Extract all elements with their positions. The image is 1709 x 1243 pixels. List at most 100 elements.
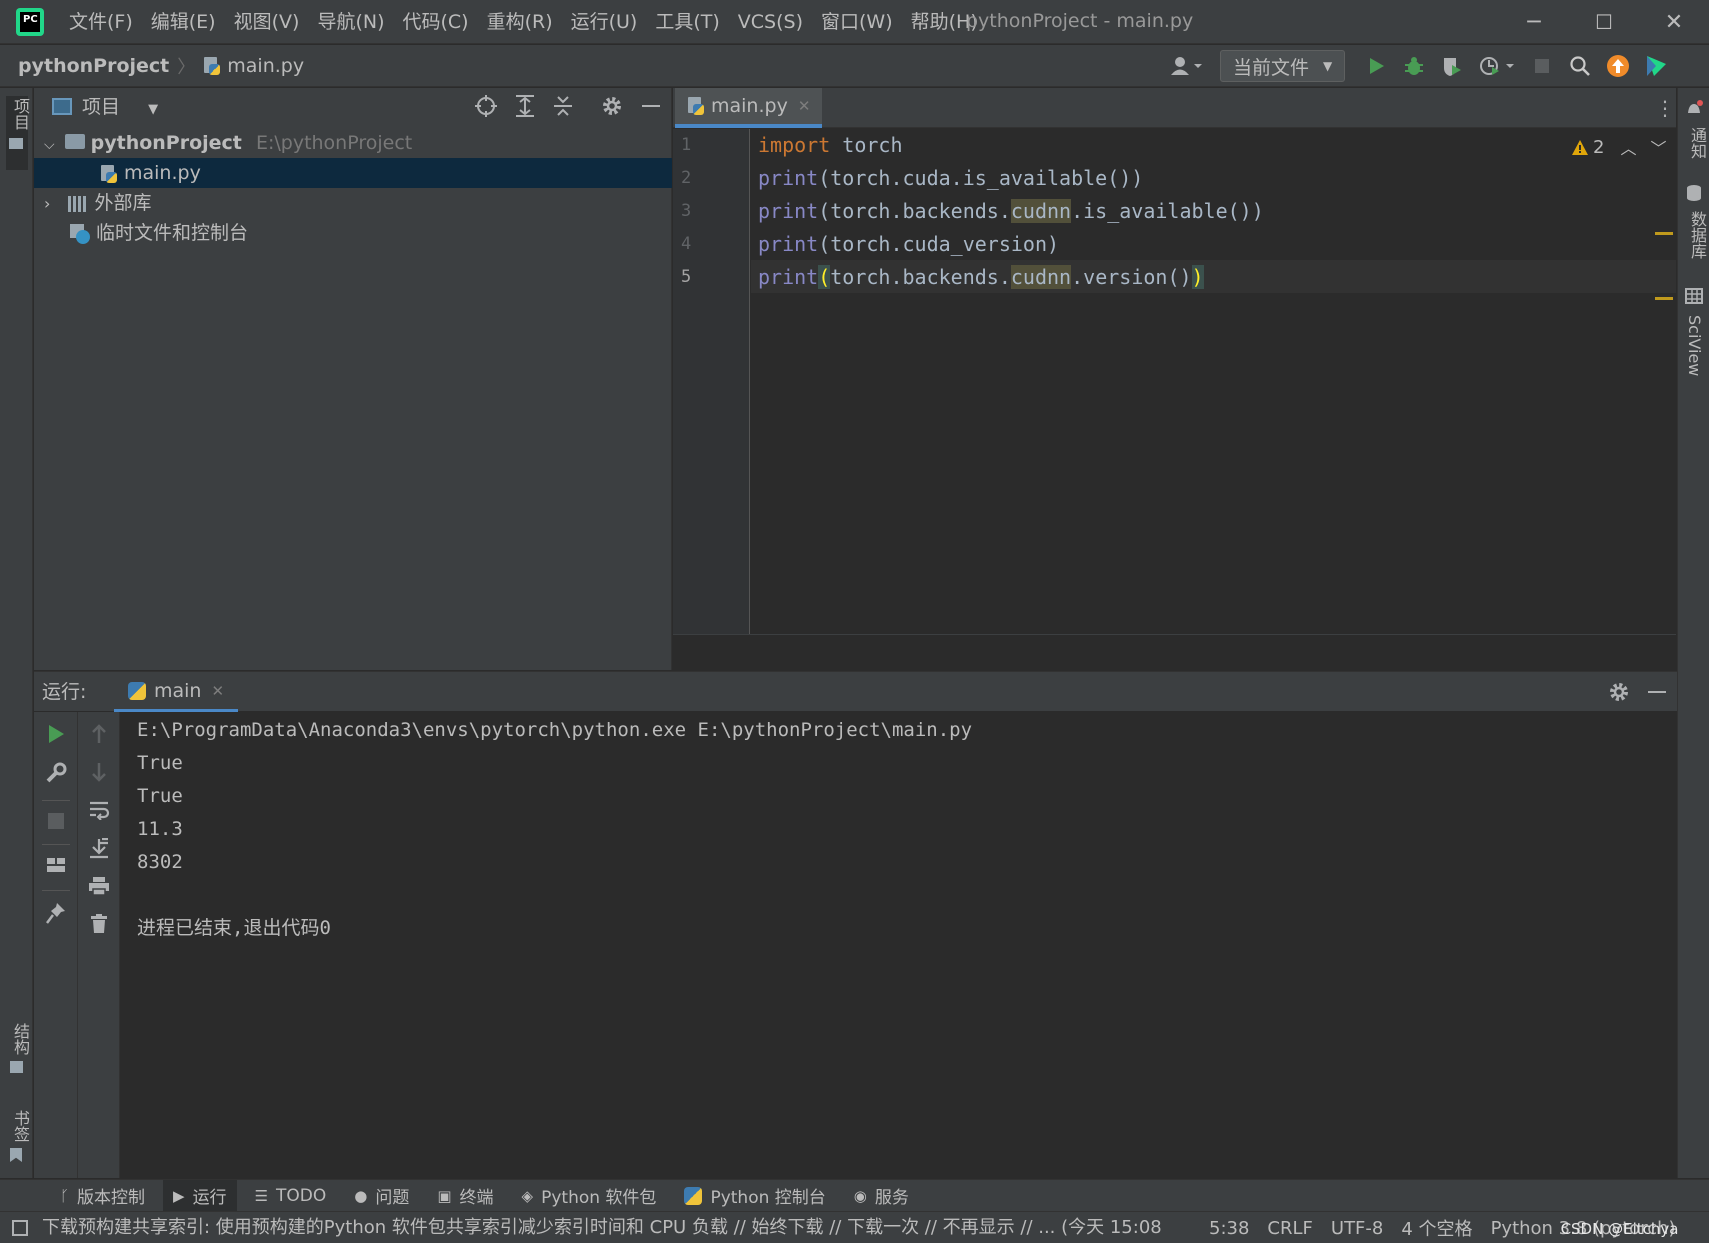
python-icon (684, 1186, 703, 1205)
bell-icon (1688, 100, 1703, 113)
run-icon: ▶ (173, 1186, 185, 1205)
tool-window-problems[interactable]: ● 问题 (344, 1180, 419, 1212)
stop-icon[interactable] (34, 812, 78, 830)
chevron-down-icon[interactable]: ⌵ (44, 137, 55, 153)
caret-position[interactable]: 5:38 (1209, 1218, 1249, 1239)
update-icon[interactable] (1603, 51, 1633, 81)
arrow-up-icon[interactable] (78, 724, 120, 744)
jetbrains-toolbox-icon[interactable] (1641, 51, 1671, 81)
project-view-selector[interactable]: 项目 ▼ (82, 88, 158, 126)
tool-window-python-packages[interactable]: ◈ Python 软件包 (512, 1180, 667, 1212)
collapse-all-icon[interactable] (552, 94, 574, 123)
close-button[interactable]: ✕ (1639, 0, 1709, 44)
menu-code[interactable]: 代码(C) (393, 0, 477, 44)
close-tab-icon[interactable]: ✕ (798, 97, 811, 115)
run-panel-header: 运行: main ✕ (34, 671, 1677, 712)
menu-tools[interactable]: 工具(T) (646, 0, 728, 44)
previous-problem-icon[interactable]: ︿ (1620, 135, 1636, 159)
console-line: 进程已结束,退出代码0 (137, 917, 331, 939)
line-separator[interactable]: CRLF (1267, 1218, 1312, 1239)
toggle-tool-windows-icon[interactable] (12, 1220, 28, 1236)
code-editor[interactable]: 1 2 3 4 5 import torch print(torch.cuda.… (673, 129, 1676, 634)
breadcrumb-project[interactable]: pythonProject (18, 55, 169, 77)
tool-window-run[interactable]: ▶ 运行 (163, 1179, 237, 1212)
tool-window-todo[interactable]: ☰ TODO (245, 1180, 337, 1212)
menu-edit[interactable]: 编辑(E) (142, 0, 225, 44)
tool-window-services[interactable]: ◉ 服务 (844, 1180, 919, 1212)
main-toolbar: 当前文件 ▼ (1160, 45, 1675, 87)
tree-item-label: pythonProject (90, 132, 242, 154)
expand-all-icon[interactable] (514, 94, 536, 123)
minimize-button[interactable]: ─ (1499, 0, 1569, 44)
warning-marker[interactable] (1655, 232, 1673, 235)
scroll-to-end-icon[interactable] (78, 838, 120, 860)
wrench-icon[interactable] (34, 762, 78, 784)
line-number: 2 (681, 168, 692, 188)
run-console-output[interactable]: E:\ProgramData\Anaconda3\envs\pytorch\py… (121, 712, 1677, 1178)
menu-navigate[interactable]: 导航(N) (308, 0, 393, 44)
project-view-label: 项目 (82, 96, 121, 118)
close-tab-icon[interactable]: ✕ (211, 682, 224, 700)
terminal-icon: ▣ (437, 1186, 452, 1205)
chevron-right-icon[interactable]: › (44, 194, 50, 213)
tool-window-database[interactable]: 数据库 (1685, 184, 1709, 259)
python-interpreter[interactable]: Python 3.8 (pytorch) CSDN @Eitchya (1491, 1218, 1679, 1239)
gear-icon[interactable] (1607, 680, 1631, 709)
gear-icon[interactable] (600, 94, 624, 123)
warning-icon (1572, 139, 1588, 155)
tree-item-project-root[interactable]: ⌵ pythonProject E:\pythonProject (34, 128, 672, 158)
tab-main-py[interactable]: main.py ✕ (675, 88, 823, 128)
tool-window-python-console[interactable]: Python 控制台 (674, 1180, 835, 1212)
breadcrumb-file[interactable]: main.py (227, 55, 304, 77)
indent-setting[interactable]: 4 个空格 (1401, 1215, 1472, 1241)
menu-view[interactable]: 视图(V) (225, 0, 309, 44)
coverage-icon[interactable] (1437, 51, 1467, 81)
locate-file-icon[interactable] (474, 94, 498, 123)
trash-icon[interactable] (78, 914, 120, 934)
account-icon[interactable] (1164, 51, 1208, 81)
inspection-widget[interactable]: 2 ︿ ﹀ (1571, 135, 1666, 159)
hide-panel-icon[interactable] (642, 105, 660, 107)
tool-window-sciview[interactable]: SciView (1685, 288, 1704, 376)
right-tool-strip: 通知 数据库 SciView (1677, 88, 1709, 1178)
search-icon[interactable] (1565, 51, 1595, 81)
menu-vcs[interactable]: VCS(S) (729, 0, 812, 44)
stop-icon[interactable] (1527, 51, 1557, 81)
warning-marker[interactable] (1655, 297, 1673, 300)
run-configuration-select[interactable]: 当前文件 ▼ (1220, 50, 1346, 82)
tool-window-terminal[interactable]: ▣ 终端 (427, 1180, 503, 1212)
soft-wrap-icon[interactable] (78, 800, 120, 820)
tree-item-external-libraries[interactable]: › 外部库 (34, 188, 672, 218)
maximize-button[interactable]: ☐ (1569, 0, 1639, 44)
console-line: 11.3 (137, 818, 183, 840)
editor-tab-bar: main.py ✕ ⋮ (673, 88, 1676, 128)
layout-icon[interactable] (34, 857, 78, 873)
menu-refactor[interactable]: 重构(R) (478, 0, 562, 44)
next-problem-icon[interactable]: ﹀ (1650, 135, 1666, 159)
menu-run[interactable]: 运行(U) (562, 0, 647, 44)
tool-window-label: 运行 (192, 1188, 227, 1208)
menu-window[interactable]: 窗口(W) (812, 0, 902, 44)
status-message[interactable]: 下载预构建共享索引: 使用预构建的Python 软件包共享索引减少索引时间和 C… (42, 1212, 1162, 1243)
file-encoding[interactable]: UTF-8 (1331, 1218, 1383, 1239)
project-panel-header: 项目 ▼ (34, 88, 672, 126)
more-options-icon[interactable]: ⋮ (1655, 96, 1675, 120)
profile-icon[interactable] (1475, 51, 1519, 81)
run-icon[interactable] (1361, 51, 1391, 81)
tool-window-notifications[interactable]: 通知 (1685, 100, 1709, 159)
tool-window-project[interactable]: 项目 (6, 96, 30, 170)
info-icon: ● (354, 1186, 368, 1205)
print-icon[interactable] (78, 876, 120, 896)
debug-icon[interactable] (1399, 51, 1429, 81)
hide-panel-icon[interactable] (1648, 691, 1666, 693)
menu-file[interactable]: 文件(F) (60, 0, 142, 44)
pin-icon[interactable] (34, 902, 78, 924)
tool-window-label: TODO (276, 1185, 327, 1206)
tool-window-version-control[interactable]: ᚴ 版本控制 (50, 1180, 155, 1212)
arrow-down-icon[interactable] (78, 762, 120, 782)
run-tab-main[interactable]: main ✕ (114, 672, 239, 712)
tree-item-scratches[interactable]: 临时文件和控制台 (34, 218, 672, 248)
tree-item-main-py[interactable]: main.py (34, 158, 672, 188)
tree-item-label: main.py (124, 162, 201, 184)
rerun-icon[interactable] (34, 724, 78, 744)
